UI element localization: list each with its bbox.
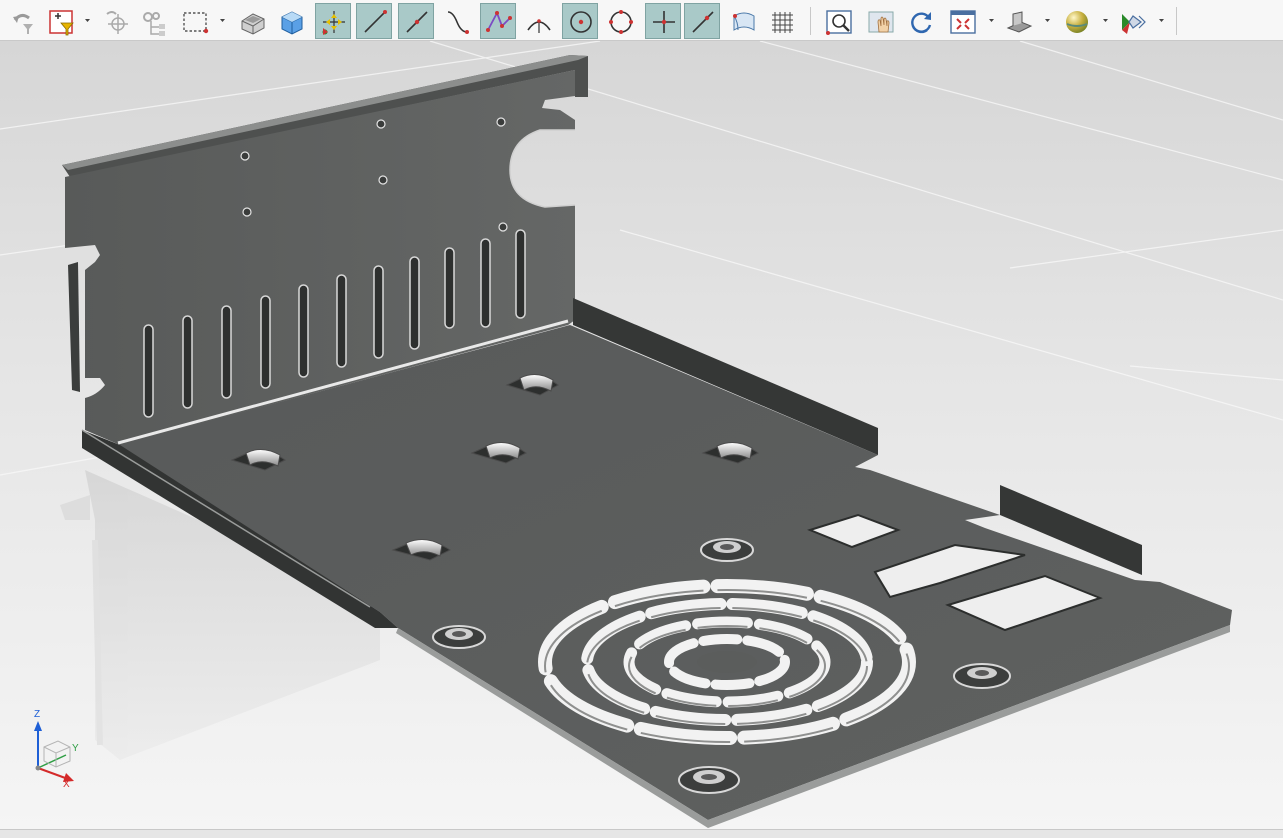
line-midpoint-icon[interactable] <box>398 3 434 39</box>
select-filter-icon[interactable] <box>42 3 78 39</box>
axis-x-label: X <box>63 779 70 790</box>
3d-viewport[interactable]: Z Y X <box>0 41 1283 829</box>
part-view-icon[interactable] <box>234 3 270 39</box>
toolbar-separator <box>1176 7 1177 35</box>
box-select-icon[interactable] <box>176 3 212 39</box>
select-filter-dropdown-icon[interactable] <box>84 17 91 24</box>
circle-center-icon[interactable] <box>562 3 598 39</box>
curve-icon[interactable] <box>438 3 474 39</box>
angle-icon[interactable] <box>520 3 556 39</box>
circle-points-icon[interactable] <box>602 3 638 39</box>
zoom-area-icon[interactable] <box>820 3 856 39</box>
view-orientation-dropdown-icon[interactable] <box>1044 17 1051 24</box>
undo-filter-icon[interactable] <box>4 3 40 39</box>
render-style-icon[interactable] <box>1058 3 1094 39</box>
view-orientation-icon[interactable] <box>1000 3 1036 39</box>
snap-points-icon[interactable] <box>315 3 351 39</box>
point-snap-icon[interactable] <box>98 3 134 39</box>
axis-z-label: Z <box>34 709 41 720</box>
display-options-dropdown-icon[interactable] <box>1158 17 1165 24</box>
solid-view-icon[interactable] <box>273 3 309 39</box>
polyline-icon[interactable] <box>480 3 516 39</box>
pan-icon[interactable] <box>862 3 898 39</box>
display-options-icon[interactable] <box>1114 3 1150 39</box>
grid-icon[interactable] <box>764 3 800 39</box>
fit-view-dropdown-icon[interactable] <box>988 17 995 24</box>
toolbar-separator <box>810 7 811 35</box>
surface-icon[interactable] <box>725 3 761 39</box>
axis-y-label: Y <box>72 743 79 754</box>
toolbar <box>0 0 1283 41</box>
status-bar <box>0 829 1283 838</box>
rotate-icon[interactable] <box>902 3 938 39</box>
model-canvas <box>0 41 1283 829</box>
box-select-dropdown-icon[interactable] <box>219 17 226 24</box>
fit-view-icon[interactable] <box>944 3 980 39</box>
line-icon[interactable] <box>356 3 392 39</box>
render-style-dropdown-icon[interactable] <box>1102 17 1109 24</box>
line-point-icon[interactable] <box>684 3 720 39</box>
fan-hub <box>697 651 757 673</box>
axis-triad: Z Y X <box>28 709 88 790</box>
cross-point-icon[interactable] <box>645 3 681 39</box>
assembly-snap-icon[interactable] <box>134 3 170 39</box>
